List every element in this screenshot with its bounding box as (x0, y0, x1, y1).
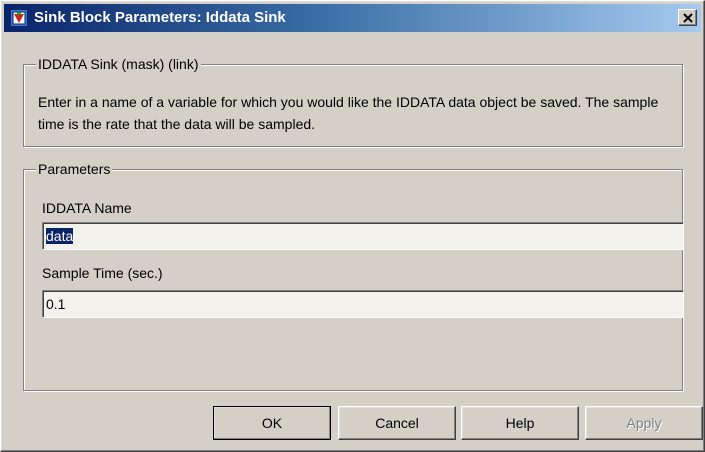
iddata-name-field[interactable]: data (42, 222, 684, 250)
parameters-group-legend: Parameters (36, 161, 113, 177)
ok-button[interactable]: OK (213, 406, 331, 440)
title-bar[interactable]: Sink Block Parameters: Iddata Sink (4, 4, 701, 32)
window-title: Sink Block Parameters: Iddata Sink (34, 9, 286, 26)
parameters-group: Parameters IDDATA Name data Sample Time … (23, 161, 684, 391)
cancel-button[interactable]: Cancel (338, 406, 456, 440)
sample-time-field[interactable]: 0.1 (42, 290, 684, 318)
description-group-legend: IDDATA Sink (mask) (link) (36, 56, 201, 72)
sample-time-value: 0.1 (46, 296, 66, 312)
close-button[interactable] (678, 9, 697, 26)
dialog-window: Sink Block Parameters: Iddata Sink IDDAT… (0, 0, 705, 452)
iddata-name-label: IDDATA Name (42, 200, 132, 216)
iddata-name-value: data (46, 228, 74, 244)
apply-button[interactable]: Apply (585, 406, 703, 440)
help-button[interactable]: Help (461, 406, 579, 440)
description-text: Enter in a name of a variable for which … (38, 94, 659, 132)
description-group: IDDATA Sink (mask) (link) Enter in a nam… (23, 56, 683, 147)
simulink-block-icon (10, 9, 28, 27)
close-icon (683, 13, 693, 23)
sample-time-label: Sample Time (sec.) (42, 265, 163, 281)
